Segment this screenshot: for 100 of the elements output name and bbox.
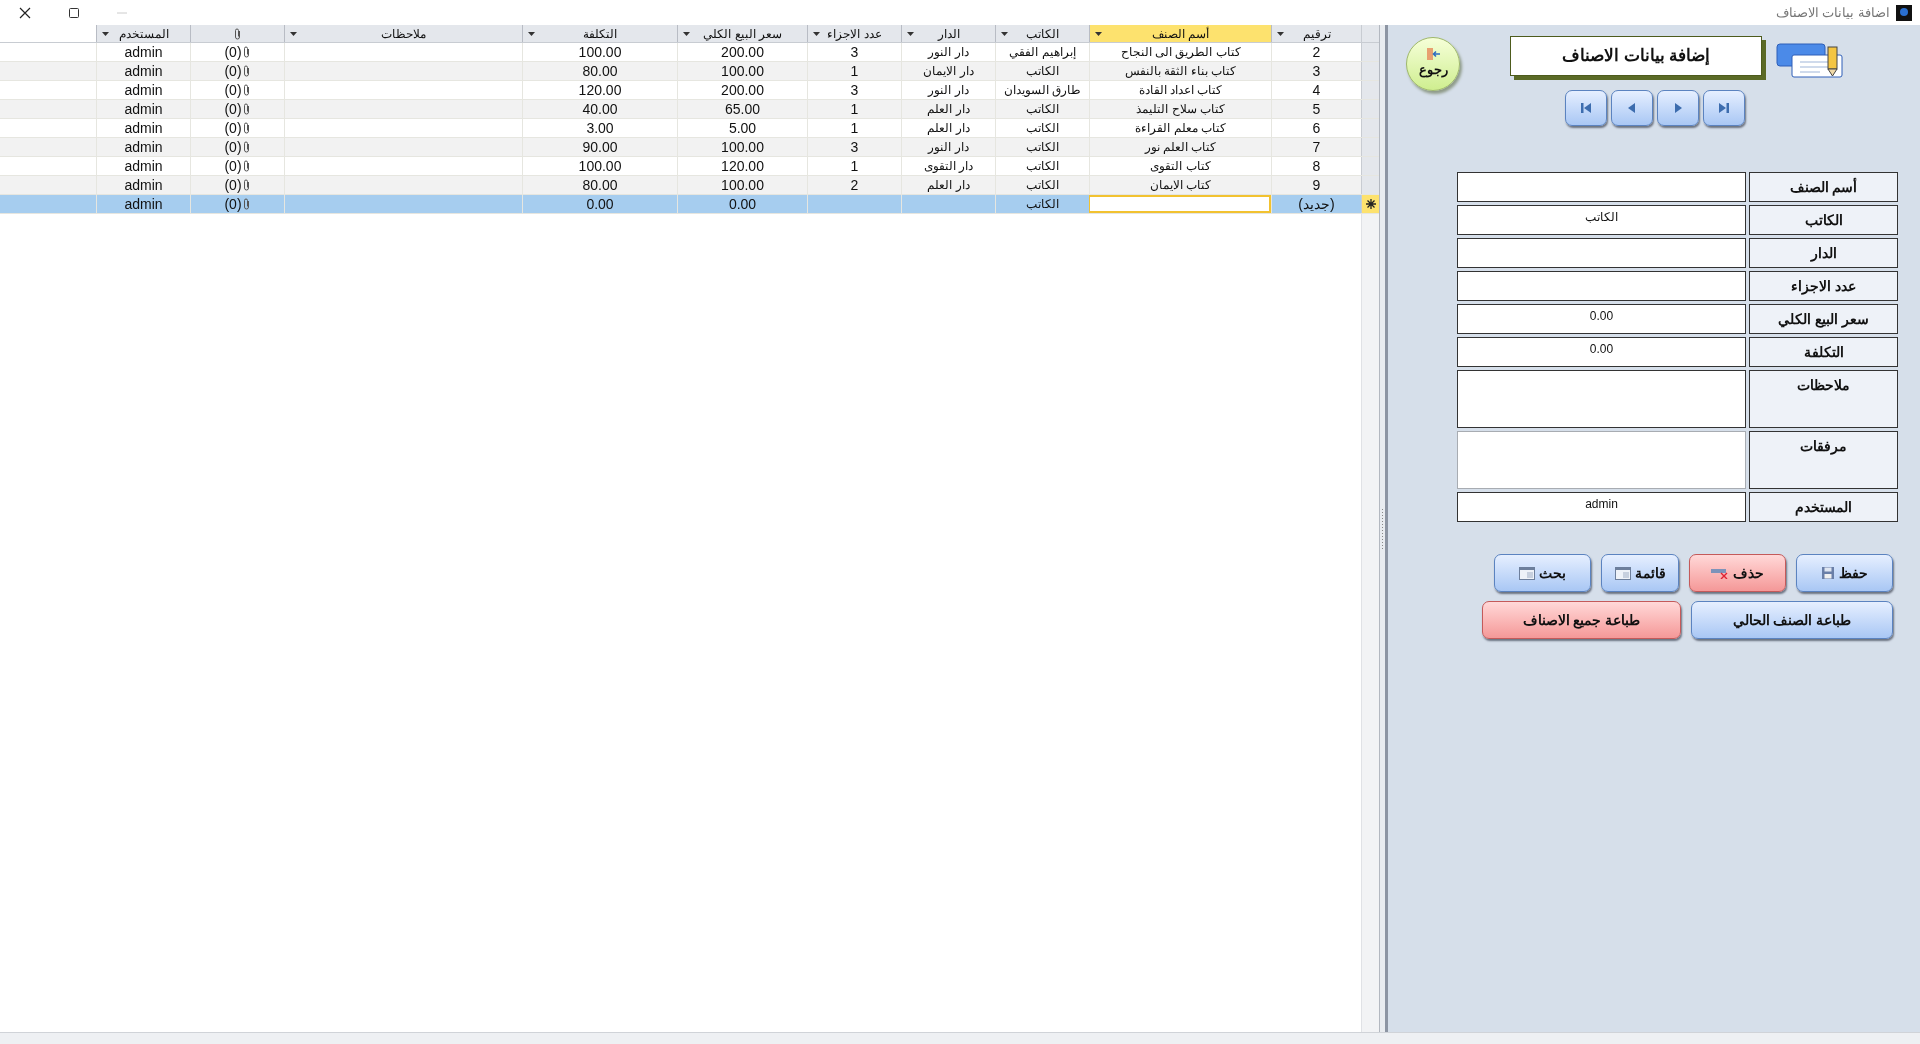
action-button[interactable]: بحث: [1494, 554, 1591, 592]
attachment-field[interactable]: [1457, 431, 1746, 489]
maximize-icon[interactable]: [69, 7, 79, 18]
table-cell: 3: [807, 43, 901, 61]
table-cell: 5: [1271, 100, 1361, 118]
print-button[interactable]: طباعة الصنف الحالي: [1691, 601, 1893, 639]
action-button[interactable]: قائمة: [1601, 554, 1679, 592]
table-cell: admin: [96, 81, 190, 99]
table-cell: 80.00: [522, 62, 677, 80]
dropdown-icon[interactable]: [683, 32, 690, 36]
paperclip-icon: [241, 198, 251, 210]
input-field[interactable]: [1457, 238, 1746, 268]
action-button[interactable]: حذف: [1689, 554, 1786, 592]
navigation-button[interactable]: [1657, 90, 1699, 126]
table-cell: 200.00: [677, 43, 807, 61]
table-cell: 100.00: [677, 176, 807, 194]
column-header[interactable]: الكاتب: [995, 25, 1089, 42]
table-cell: دار العلم: [901, 100, 995, 118]
paperclip-icon: [241, 65, 251, 77]
table-cell: 40.00: [522, 100, 677, 118]
back-button[interactable]: رجوع: [1406, 37, 1460, 91]
app-icon: [1896, 4, 1912, 21]
paperclip-icon: [241, 141, 251, 153]
column-header[interactable]: التكلفة: [522, 25, 677, 42]
dropdown-icon[interactable]: [1277, 32, 1284, 36]
input-field[interactable]: 0.00: [1457, 337, 1746, 367]
form-icon: [1614, 566, 1631, 580]
dropdown-icon[interactable]: [813, 32, 820, 36]
notes-field[interactable]: [1457, 370, 1746, 428]
action-button[interactable]: حفظ: [1796, 554, 1893, 592]
table-cell: الكاتب: [995, 100, 1089, 118]
input-field[interactable]: [1457, 172, 1746, 202]
first-record-icon: [1580, 102, 1592, 114]
new-record-icon: [1365, 199, 1376, 209]
table-cell: 80.00: [522, 176, 677, 194]
dropdown-icon[interactable]: [907, 32, 914, 36]
table-cell: 65.00: [677, 100, 807, 118]
table-cell: الكاتب: [995, 195, 1089, 213]
table-cell: 4: [1271, 81, 1361, 99]
paperclip-icon: [241, 84, 251, 96]
cell-editor[interactable]: [1089, 195, 1271, 213]
table-cell: 0.00: [677, 195, 807, 213]
table-cell: 90.00: [522, 138, 677, 156]
dropdown-icon[interactable]: [528, 32, 535, 36]
field-label: ملاحظات: [1749, 370, 1898, 428]
table-cell: 1: [807, 157, 901, 175]
delete-record-icon: [1711, 567, 1729, 579]
table-cell: (0): [190, 138, 284, 156]
column-header[interactable]: المستخدم: [96, 25, 190, 42]
close-icon[interactable]: [19, 6, 31, 19]
paperclip-icon: [241, 179, 251, 191]
last-record-icon: [1718, 102, 1730, 114]
table-cell: دار التقوى: [901, 157, 995, 175]
table-cell: 7: [1271, 138, 1361, 156]
record-selector[interactable]: [1361, 195, 1379, 213]
column-header[interactable]: أسم الصنف: [1089, 25, 1271, 42]
print-button[interactable]: طباعة جميع الاصناف: [1482, 601, 1681, 639]
column-header[interactable]: الدار: [901, 25, 995, 42]
message-pencil-icon: [1776, 43, 1846, 81]
next-record-icon: [1672, 102, 1684, 114]
column-header[interactable]: عدد الاجزاء: [807, 25, 901, 42]
table-cell: كتاب بناء الثقة بالنفس: [1089, 62, 1271, 80]
field-label: التكلفة: [1749, 337, 1898, 367]
input-field[interactable]: admin: [1457, 492, 1746, 522]
paperclip-icon: [233, 27, 242, 40]
navigation-button[interactable]: [1611, 90, 1653, 126]
input-field[interactable]: 0.00: [1457, 304, 1746, 334]
table-cell: كتاب التقوى: [1089, 157, 1271, 175]
dropdown-icon[interactable]: [1001, 32, 1008, 36]
input-field[interactable]: [1457, 271, 1746, 301]
table-cell: admin: [96, 195, 190, 213]
dropdown-icon[interactable]: [102, 32, 109, 36]
field-label: الكاتب: [1749, 205, 1898, 235]
table-cell: كتاب الطريق الى النجاح: [1089, 43, 1271, 61]
table-cell: (0): [190, 195, 284, 213]
table-cell: 1: [807, 119, 901, 137]
table-cell: 100.00: [677, 138, 807, 156]
table-cell: 6: [1271, 119, 1361, 137]
table-cell: دار النور: [901, 43, 995, 61]
column-header[interactable]: سعر البيع الكلي: [677, 25, 807, 42]
table-cell: 120.00: [522, 81, 677, 99]
splitter-grip-icon[interactable]: [1381, 508, 1384, 549]
field-label: أسم الصنف: [1749, 172, 1898, 202]
table-cell: الكاتب: [995, 157, 1089, 175]
table-cell: (0): [190, 119, 284, 137]
dropdown-icon[interactable]: [290, 32, 297, 36]
table-cell: 3: [807, 81, 901, 99]
previous-record-icon: [1626, 102, 1638, 114]
table-cell: 200.00: [677, 81, 807, 99]
navigation-button[interactable]: [1703, 90, 1745, 126]
table-cell: admin: [96, 138, 190, 156]
exit-door-icon: [1425, 48, 1441, 61]
window-title: اضافة بيانات الاصناف: [1775, 3, 1890, 22]
table-cell: كتاب اعداد القادة: [1089, 81, 1271, 99]
navigation-button[interactable]: [1565, 90, 1607, 126]
input-field[interactable]: الكاتب: [1457, 205, 1746, 235]
column-header[interactable]: ترقيم: [1271, 25, 1361, 42]
column-header[interactable]: ملاحظات: [284, 25, 522, 42]
table-cell: كتاب العلم نور: [1089, 138, 1271, 156]
dropdown-icon[interactable]: [1095, 32, 1102, 36]
